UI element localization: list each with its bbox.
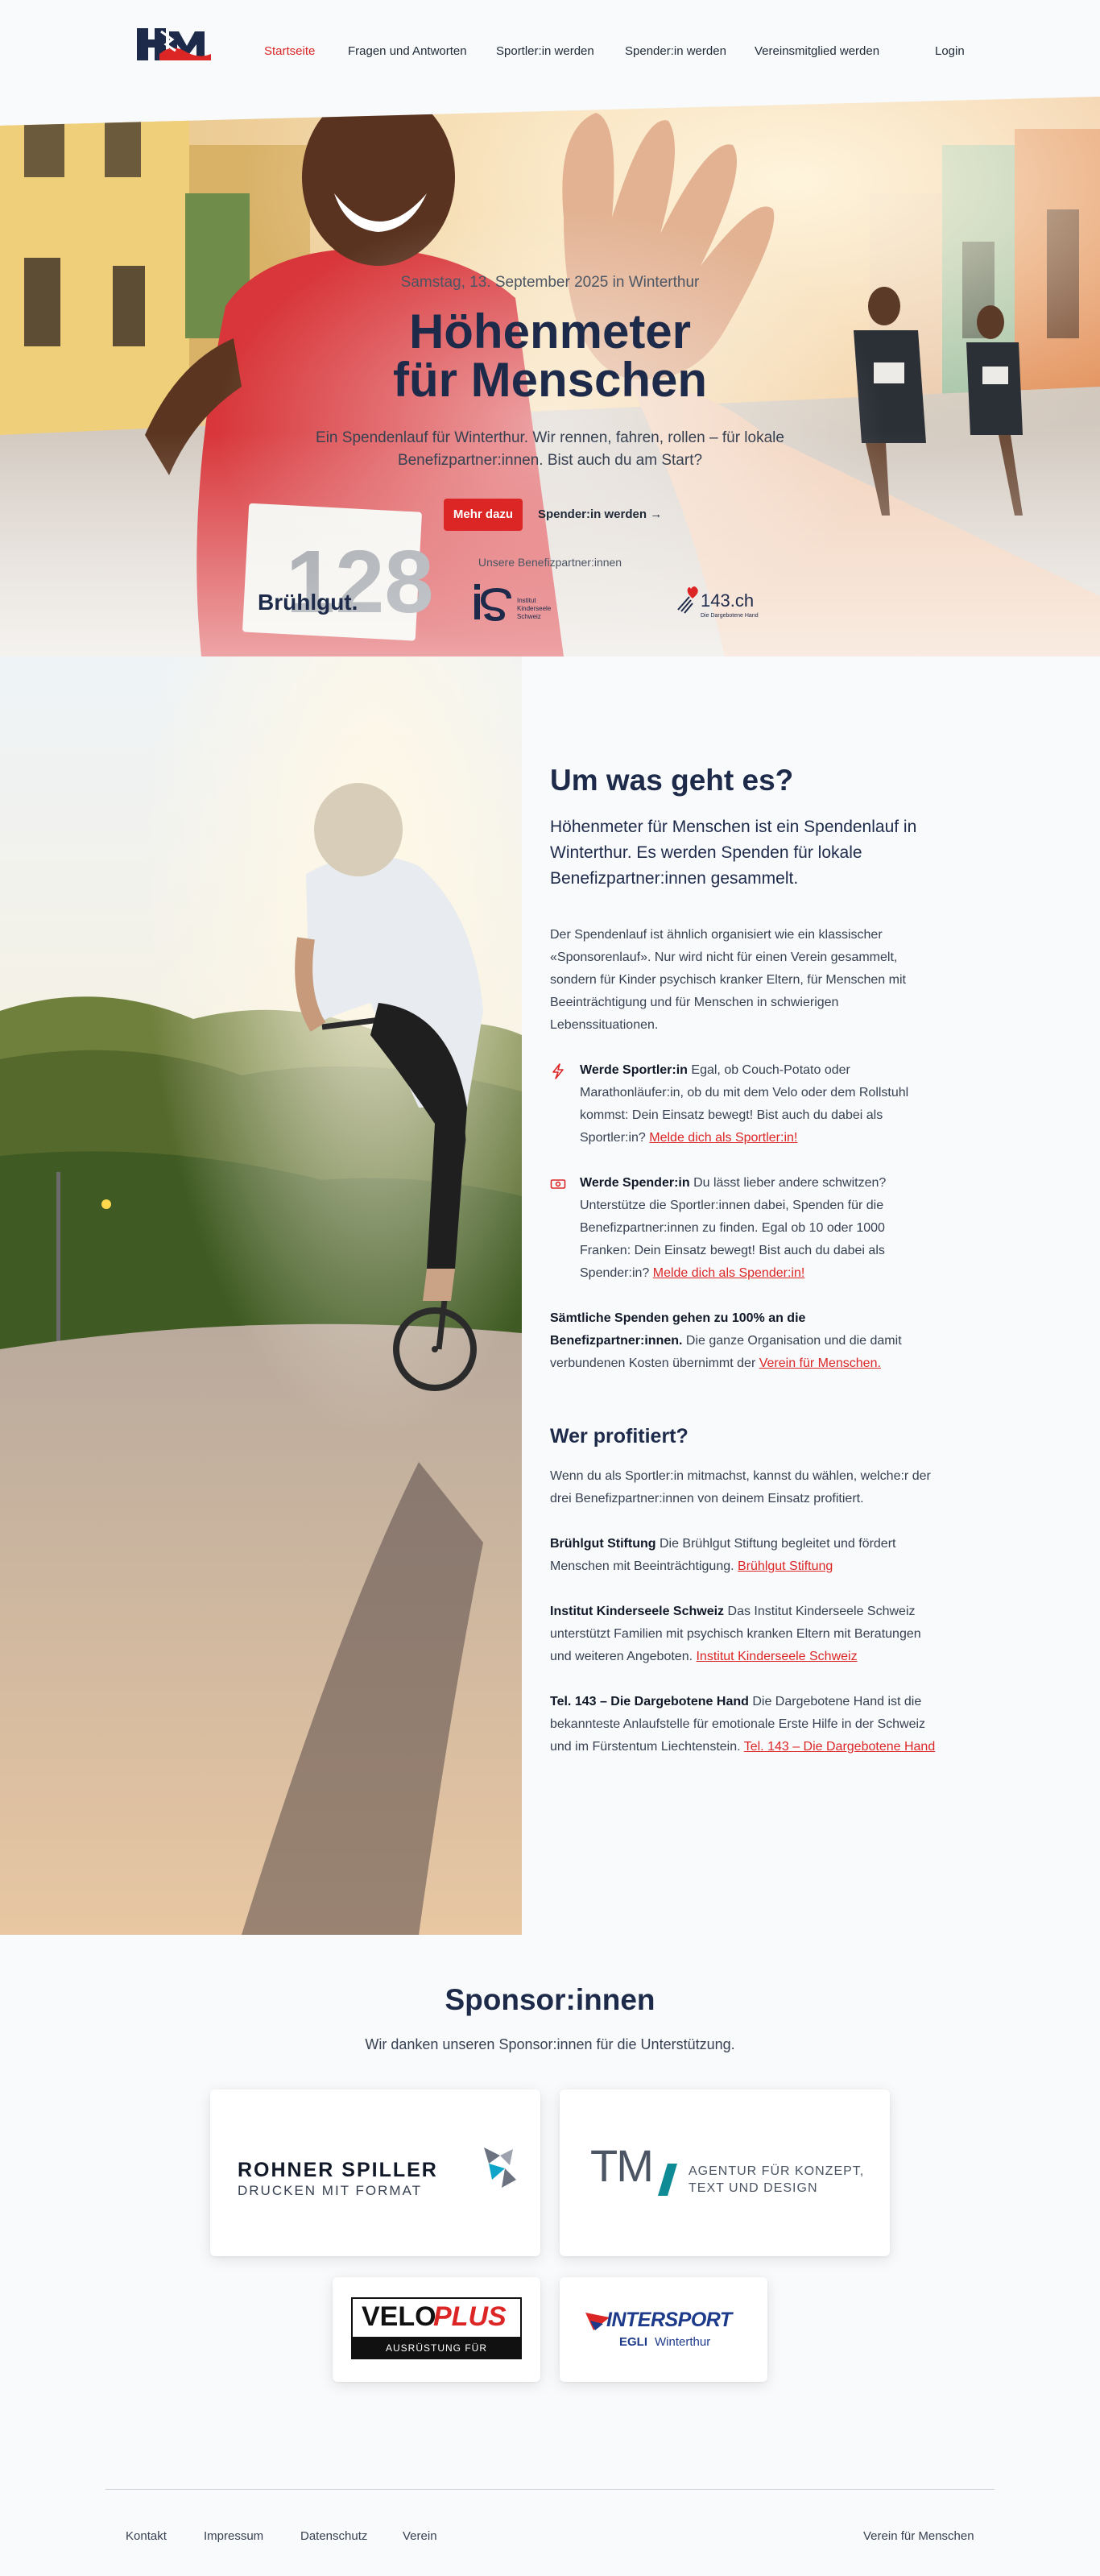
nav-login[interactable]: Login <box>935 44 965 58</box>
partner-logo-143[interactable]: 143.ch Die Dargebotene Hand <box>676 582 765 624</box>
cyclist-image <box>0 656 522 1935</box>
dargebotene-hand-link[interactable]: Tel. 143 – Die Dargebotene Hand <box>744 1740 936 1754</box>
about-title: Um was geht es? <box>550 764 794 797</box>
feature-sportler-title: Werde Sportler:in <box>580 1063 688 1077</box>
donation-note: Sämtliche Spenden gehen zu 100% an die B… <box>550 1307 937 1375</box>
beneficiary-title: Brühlgut Stiftung <box>550 1537 656 1551</box>
bruehlgut-logo-text: Brühlgut. <box>258 590 358 615</box>
feature-spender: Werde Spender:in Du lässt lieber andere … <box>550 1172 937 1285</box>
143-logo-sub: Die Dargebotene Hand <box>701 613 759 619</box>
hero-content: Samstag, 13. September 2025 in Winterthu… <box>0 97 1100 656</box>
sponsor-card-veloplus[interactable]: VELO PLUS AUSRÜSTUNG FÜR ABENTEUER <box>333 2277 540 2382</box>
beneficiary-143: Tel. 143 – Die Dargebotene Hand Die Darg… <box>550 1691 937 1758</box>
sponsor-card-tm[interactable]: TM AGENTUR FÜR KONZEPT, TEXT UND DESIGN <box>560 2089 890 2256</box>
heart-hand-icon <box>677 586 698 614</box>
tm-logo-text: TM <box>590 2140 654 2191</box>
partners-label: Unsere Benefizpartner:innen <box>478 556 622 569</box>
nav-startseite[interactable]: Startseite <box>264 44 315 58</box>
about-lead: Höhenmeter für Menschen ist ein Spendenl… <box>550 818 917 888</box>
footer-link-impressum[interactable]: Impressum <box>204 2529 263 2543</box>
sponsor-card-rohner-spiller[interactable]: ROHNER SPILLER DRUCKEN MIT FORMAT <box>210 2089 540 2256</box>
nav-sportler-werden[interactable]: Sportler:in werden <box>496 44 594 58</box>
tm-tagline-line2: TEXT UND DESIGN <box>689 2181 818 2195</box>
melde-spender-link[interactable]: Melde dich als Spender:in! <box>653 1266 805 1280</box>
beneficiary-kinderseele: Institut Kinderseele Schweiz Das Institu… <box>550 1601 937 1668</box>
cyclist-photo <box>0 656 522 1935</box>
beneficiary-title: Institut Kinderseele Schweiz <box>550 1605 725 1618</box>
143-logo-text: 143.ch <box>701 590 755 611</box>
beneficiary-bruehlgut: Brühlgut Stiftung Die Brühlgut Stiftung … <box>550 1533 937 1578</box>
tm-tagline-line1: AGENTUR FÜR KONZEPT, <box>689 2164 865 2178</box>
feature-sportler: Werde Sportler:in Egal, ob Couch-Potato … <box>550 1059 937 1149</box>
sponsors-subtitle: Wir danken unseren Sponsor:innen für die… <box>365 2036 735 2052</box>
sponsors-section: Sponsor:innen Wir danken unseren Sponsor… <box>0 1935 1100 2466</box>
feature-spender-text: Du lässt lieber andere schwitzen? Unters… <box>580 1176 887 1280</box>
about-section: Um was geht es? Höhenmeter für Menschen … <box>0 656 1100 1935</box>
profit-intro: Wenn du als Sportler:in mitmachst, kanns… <box>550 1469 931 1505</box>
about-text: Um was geht es? Höhenmeter für Menschen … <box>550 763 937 1758</box>
rohner-spiller-name: ROHNER SPILLER <box>238 2159 438 2181</box>
mehr-dazu-button[interactable]: Mehr dazu <box>444 499 523 531</box>
intersport-name: INTERSPORT <box>606 2309 732 2331</box>
beneficiary-title: Tel. 143 – Die Dargebotene Hand <box>550 1695 749 1708</box>
lightning-icon <box>552 1063 564 1079</box>
veloplus-tagline: AUSRÜSTUNG FÜR ABENTEUER <box>351 2337 522 2376</box>
tm-slash-mark <box>658 2164 677 2196</box>
hero-title: Höhenmeter für Menschen <box>0 308 1100 404</box>
hero-subtitle: Ein Spendenlauf für Winterthur. Wir renn… <box>316 429 784 469</box>
hero-title-line1: Höhenmeter <box>408 304 692 358</box>
veloplus-plus: PLUS <box>433 2301 507 2332</box>
profit-title: Wer profitiert? <box>550 1425 689 1447</box>
footer-link-verein-fuer-menschen[interactable]: Verein für Menschen <box>863 2529 974 2543</box>
kinderseele-logo-sub: Institut Kinderseele Schweiz <box>517 597 552 620</box>
melde-sportler-link[interactable]: Melde dich als Sportler:in! <box>649 1131 797 1145</box>
banknote-icon <box>550 1179 566 1189</box>
intersport-egli: EGLI <box>619 2335 648 2349</box>
rohner-spiller-tagline: DRUCKEN MIT FORMAT <box>238 2183 422 2198</box>
about-intro: Der Spendenlauf ist ähnlich organisiert … <box>550 928 906 1032</box>
rohner-spiller-icon <box>484 2147 516 2188</box>
nav-spender-werden[interactable]: Spender:in werden <box>625 44 726 58</box>
sponsors-title: Sponsor:innen <box>445 1983 655 2016</box>
footer-link-kontakt[interactable]: Kontakt <box>126 2529 167 2543</box>
partner-logo-bruehlgut[interactable]: Brühlgut. <box>258 586 370 619</box>
footer-link-verein[interactable]: Verein <box>403 2529 437 2543</box>
hero-section: 128 Samstag, 13. September 2025 in Winte… <box>0 97 1100 656</box>
verein-link[interactable]: Verein für Menschen. <box>759 1356 881 1370</box>
nav-fragen-und-antworten[interactable]: Fragen und Antworten <box>348 44 467 58</box>
spender-werden-link[interactable]: Spender:in werden → <box>538 499 662 531</box>
footer-divider <box>105 2489 995 2490</box>
kinderseele-link[interactable]: Institut Kinderseele Schweiz <box>696 1650 857 1663</box>
intersport-winterthur: Winterthur <box>655 2335 711 2349</box>
bruehlgut-link[interactable]: Brühlgut Stiftung <box>738 1559 833 1573</box>
feature-spender-title: Werde Spender:in <box>580 1176 690 1190</box>
partner-logo-kinderseele[interactable]: Institut Kinderseele Schweiz <box>471 582 560 624</box>
sponsor-card-intersport[interactable]: INTERSPORT EGLI Winterthur <box>560 2277 767 2382</box>
hero-title-line2: für Menschen <box>392 353 708 407</box>
main-nav: Startseite Fragen und Antworten Sportler… <box>0 44 1100 60</box>
footer-link-datenschutz[interactable]: Datenschutz <box>300 2529 367 2543</box>
veloplus-velo: VELO <box>362 2301 436 2332</box>
event-date: Samstag, 13. September 2025 in Winterthu… <box>400 274 700 291</box>
nav-vereinsmitglied-werden[interactable]: Vereinsmitglied werden <box>755 44 879 58</box>
